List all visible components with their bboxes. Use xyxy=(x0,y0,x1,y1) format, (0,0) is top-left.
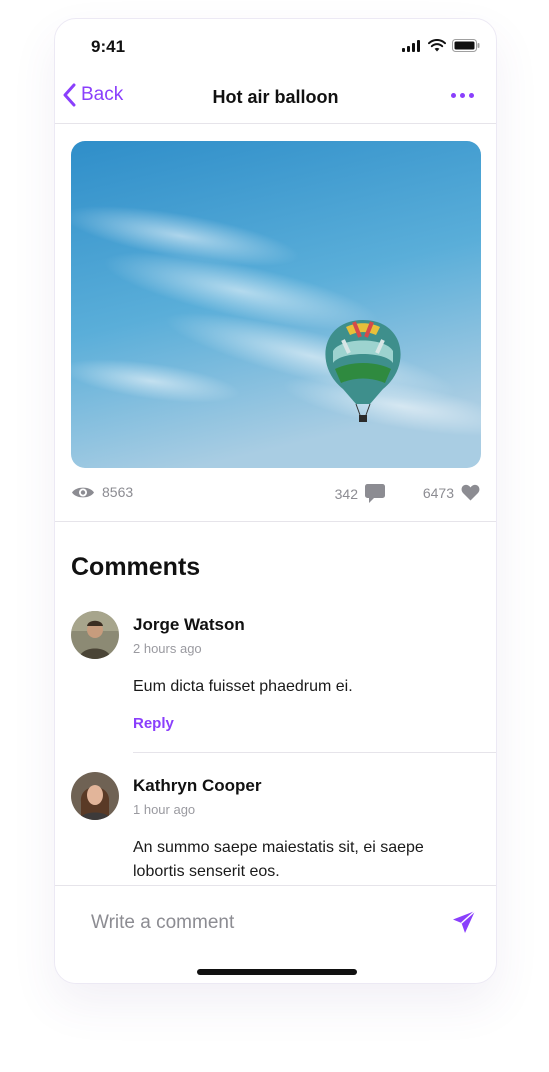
avatar[interactable] xyxy=(71,772,119,820)
signal-icon xyxy=(402,39,420,52)
comment-item: Jorge Watson 2 hours ago Eum dicta fuiss… xyxy=(71,611,496,741)
eye-icon xyxy=(72,487,94,497)
likes-count: 6473 xyxy=(422,484,454,501)
views-stat: 8563 xyxy=(71,484,133,500)
more-icon[interactable] xyxy=(451,93,474,98)
comment-text: Eum dicta fuisset phaedrum ei. xyxy=(133,678,353,695)
chevron-left-icon xyxy=(63,83,76,107)
post-image[interactable] xyxy=(71,141,481,468)
likes-stat[interactable]: 6473 xyxy=(423,484,480,501)
heart-icon xyxy=(461,484,480,501)
phone-frame: 9:41 Back Hot air balloon 8563 342 6473 … xyxy=(54,18,497,984)
battery-icon xyxy=(452,39,480,52)
divider xyxy=(55,521,496,522)
send-button[interactable] xyxy=(452,910,476,939)
comments-count: 342 xyxy=(334,485,358,502)
comment-author[interactable]: Kathryn Cooper xyxy=(133,776,261,796)
home-indicator[interactable] xyxy=(197,969,357,975)
reply-button[interactable]: Reply xyxy=(133,715,174,732)
comment-item: Kathryn Cooper 1 hour ago An summo saepe… xyxy=(71,772,496,884)
status-icons xyxy=(402,39,480,52)
comment-author[interactable]: Jorge Watson xyxy=(133,615,245,635)
divider xyxy=(133,752,496,753)
wifi-icon xyxy=(428,39,446,52)
comment-composer xyxy=(55,885,496,983)
comments-heading: Comments xyxy=(71,553,201,581)
status-time: 9:41 xyxy=(91,37,126,56)
divider xyxy=(55,123,496,124)
comment-icon xyxy=(365,484,385,503)
comment-time: 1 hour ago xyxy=(133,802,196,817)
send-icon xyxy=(453,910,476,933)
back-button[interactable]: Back xyxy=(63,83,123,107)
comment-input[interactable] xyxy=(91,908,411,938)
comments-stat[interactable]: 342 xyxy=(335,484,385,503)
comment-text: An summo saepe maiestatis sit, ei saepe … xyxy=(133,839,424,880)
views-count: 8563 xyxy=(102,484,134,500)
back-label: Back xyxy=(81,84,124,105)
hot-air-balloon-photo xyxy=(71,141,481,468)
comment-time: 2 hours ago xyxy=(133,641,202,656)
avatar[interactable] xyxy=(71,611,119,659)
post-stats: 8563 342 6473 xyxy=(71,481,480,507)
